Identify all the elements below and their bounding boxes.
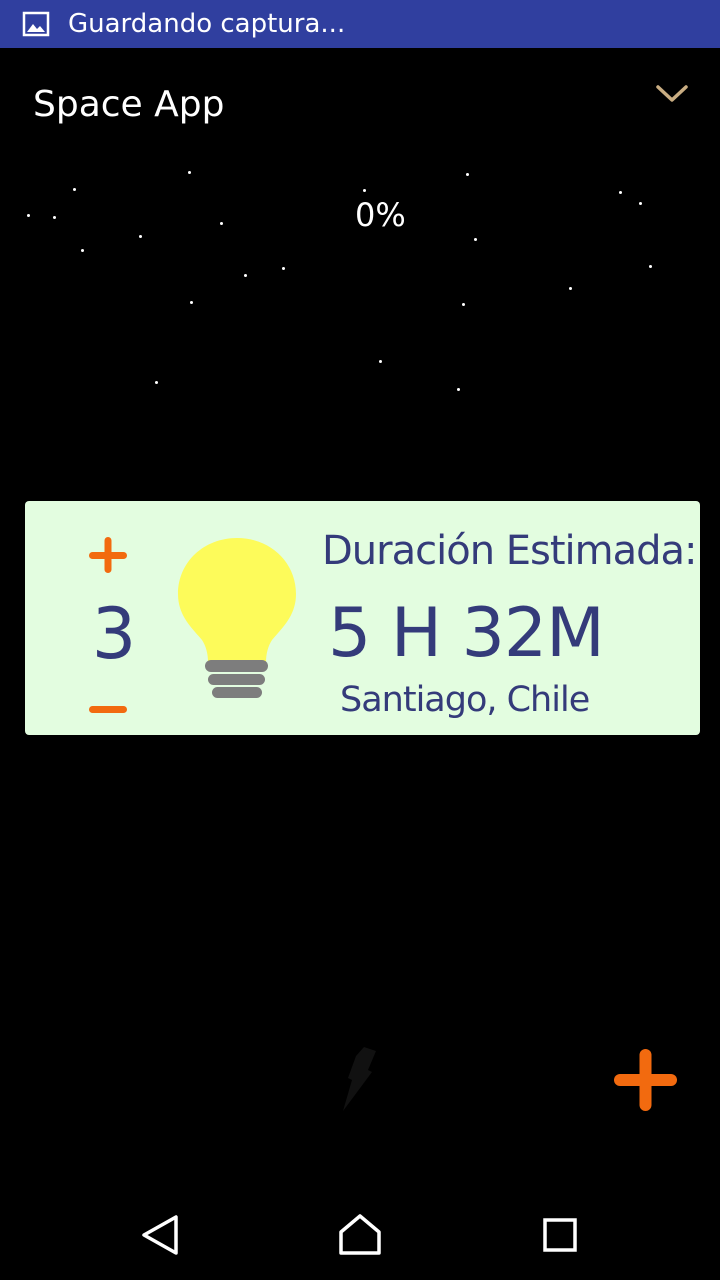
star: [81, 249, 84, 252]
star: [619, 191, 622, 194]
increment-plus-icon[interactable]: [88, 536, 128, 574]
home-icon[interactable]: [338, 1212, 382, 1256]
star: [220, 222, 223, 225]
star: [188, 171, 191, 174]
duration-label: Duración Estimada:: [322, 528, 698, 574]
status-bar: Guardando captura...: [0, 0, 720, 48]
back-icon[interactable]: [140, 1214, 180, 1256]
app-title: Space App: [33, 84, 225, 125]
duration-value: 5 H 32M: [328, 594, 605, 673]
star: [639, 202, 642, 205]
star: [73, 188, 76, 191]
star: [474, 238, 477, 241]
star: [139, 235, 142, 238]
star: [155, 381, 158, 384]
star: [462, 303, 465, 306]
star: [569, 287, 572, 290]
location-label: Santiago, Chile: [340, 680, 590, 720]
status-text: Guardando captura...: [68, 9, 346, 39]
decrement-minus-icon[interactable]: [88, 705, 128, 715]
image-icon: [22, 11, 50, 37]
star: [379, 360, 382, 363]
star: [649, 265, 652, 268]
progress-percent: 0%: [355, 196, 406, 234]
star: [363, 189, 366, 192]
star: [466, 173, 469, 176]
bulb-count: 3: [91, 593, 137, 675]
lightbulb-icon: [178, 538, 296, 698]
star: [244, 274, 247, 277]
lightning-icon[interactable]: [338, 1046, 378, 1112]
add-plus-icon[interactable]: [613, 1048, 678, 1112]
recents-icon[interactable]: [543, 1218, 577, 1252]
screen: Guardando captura... Space App 0% 3 Dura…: [0, 0, 720, 1280]
star: [190, 301, 193, 304]
star: [53, 216, 56, 219]
star: [282, 267, 285, 270]
star: [457, 388, 460, 391]
chevron-down-icon[interactable]: [654, 82, 690, 106]
star: [27, 214, 30, 217]
